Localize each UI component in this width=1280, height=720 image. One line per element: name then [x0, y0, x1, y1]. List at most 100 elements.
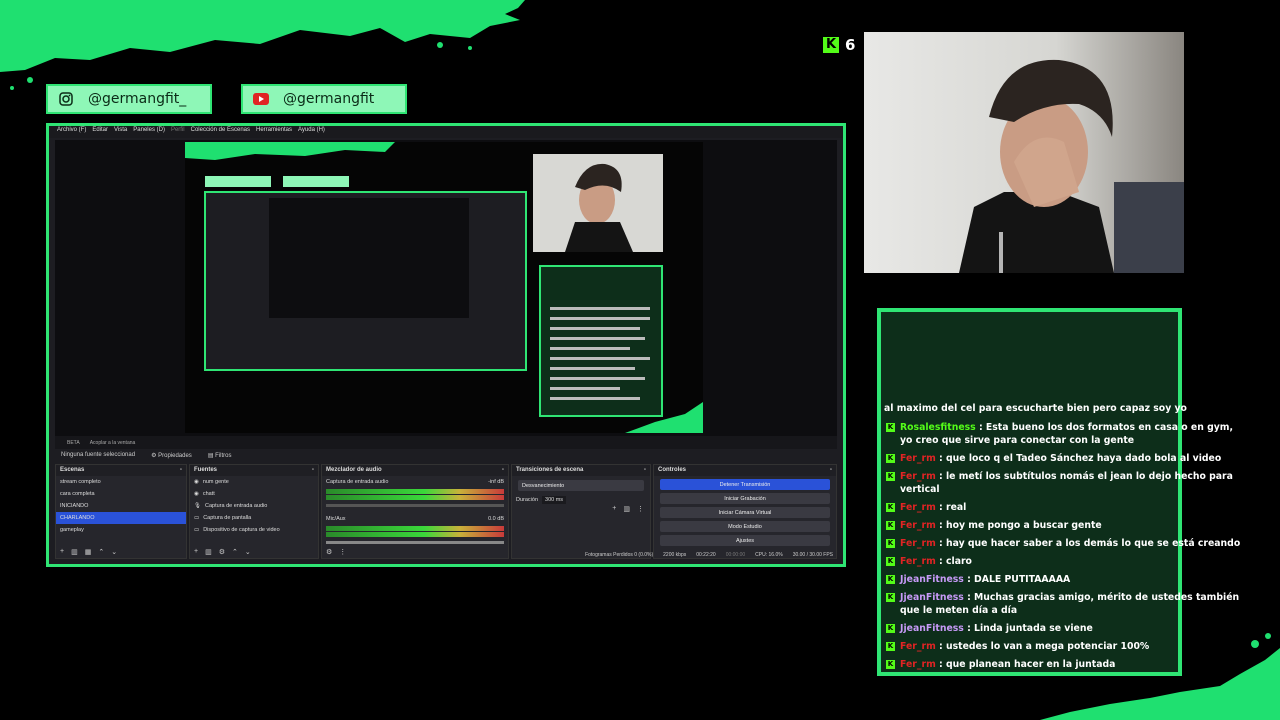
menu-perfil[interactable]: Perfil — [171, 127, 185, 137]
chat-username[interactable]: Fer_rm — [900, 556, 936, 567]
studio-mode-button[interactable]: Modo Estudio — [660, 521, 830, 532]
chat-message: K Fer_rm : claro — [884, 555, 1244, 568]
transition-selected: Desvanecimiento — [522, 482, 565, 489]
chat-message-text: real — [946, 502, 967, 513]
mixer-title: Mezclador de audio — [326, 467, 382, 473]
menu-editar[interactable]: Editar — [92, 127, 108, 137]
source-label: Dispositivo de captura de video — [203, 527, 280, 533]
source-item[interactable]: ◉ chatt — [190, 488, 318, 500]
menu-vista[interactable]: Vista — [114, 127, 127, 137]
username-separator: : — [975, 422, 986, 433]
viewer-count-value: 6 — [845, 36, 856, 54]
scene-item[interactable]: stream completo — [56, 476, 186, 488]
dock-float-icon[interactable]: ▫ — [830, 467, 832, 474]
menu-archivo[interactable]: Archivo (F) — [57, 127, 86, 137]
chat-username[interactable]: Fer_rm — [900, 659, 936, 670]
source-label: Captura de pantalla — [203, 515, 252, 521]
chat-message-content: JjeanFitness : Muchas gracias amigo, mér… — [900, 591, 1244, 617]
chat-message-text: que planean hacer en la juntada — [946, 659, 1116, 670]
chat-message-content: Fer_rm : real — [900, 501, 1244, 514]
youtube-handle: @germangfit — [283, 91, 375, 107]
volume-slider[interactable] — [326, 541, 504, 544]
menu-paneles[interactable]: Paneles (D) — [133, 127, 165, 137]
chat-username[interactable]: JjeanFitness — [900, 592, 964, 603]
scene-item[interactable]: INICIANDO — [56, 500, 186, 512]
chat-message-text: hoy me pongo a buscar gente — [946, 520, 1102, 531]
chat-message: K Fer_rm : real — [884, 501, 1244, 514]
duration-value[interactable]: 300 ms — [542, 496, 567, 504]
chat-messages: al maximo del cel para escucharte bien p… — [884, 402, 1244, 676]
dock-float-icon[interactable]: ▫ — [180, 467, 182, 474]
chat-username[interactable]: Fer_rm — [900, 471, 936, 482]
scenes-title: Escenas — [60, 467, 85, 473]
chat-message: K JjeanFitness : DALE PUTITAAAAA — [884, 573, 1244, 586]
chat-message-content: Fer_rm : le metí los subtítulos nomás el… — [900, 470, 1244, 496]
settings-button[interactable]: Ajustes — [660, 535, 830, 546]
cpu-usage: CPU: 16.0% — [755, 552, 783, 558]
chat-username[interactable]: Fer_rm — [900, 641, 936, 652]
paint-splash-top-left — [0, 0, 525, 90]
more-icon[interactable]: ⋮ — [637, 505, 644, 513]
chat-message: K Fer_rm : hoy me pongo a buscar gente — [884, 519, 1244, 532]
chat-username[interactable]: Fer_rm — [900, 453, 936, 464]
kick-badge-icon: K — [886, 557, 895, 566]
obs-preview[interactable] — [55, 140, 837, 436]
stop-streaming-button[interactable]: Detener Transmisión — [660, 479, 830, 490]
transitions-toolbar: + ▥ ⋮ — [612, 505, 644, 513]
chat-message: K Fer_rm : que planean hacer en la juntad… — [884, 658, 1244, 671]
dock-to-window[interactable]: Acoplar a la ventana — [90, 440, 136, 446]
chat-message-content: Fer_rm : que loco q el Tadeo Sánchez hay… — [900, 452, 1244, 465]
chat-message-content: JjeanFitness : Linda juntada se viene — [900, 622, 1244, 635]
live-time: 00:22:20 — [696, 552, 716, 558]
channel-db: -inf dB — [488, 479, 504, 485]
sources-title: Fuentes — [194, 467, 218, 473]
audio-meter — [326, 489, 504, 494]
chat-message: K Fer_rm : le metí los subtítulos nomás e… — [884, 470, 1244, 496]
chat-username[interactable]: Rosalesfitness — [900, 422, 976, 433]
username-separator: : — [935, 538, 946, 549]
properties-button[interactable]: ⚙ Propiedades — [151, 452, 192, 459]
chat-message: K JjeanFitness : Linda juntada se viene — [884, 622, 1244, 635]
scene-item[interactable]: gameplay — [56, 524, 186, 536]
kick-badge-icon: K — [886, 503, 895, 512]
start-virtual-camera-button[interactable]: Iniciar Cámara Virtual — [660, 507, 830, 518]
dock-float-icon[interactable]: ▫ — [312, 467, 314, 474]
username-separator: : — [935, 453, 946, 464]
source-item[interactable]: 🎙 Captura de entrada audio — [190, 500, 318, 512]
scene-item-selected[interactable]: CHARLANDO — [56, 512, 186, 524]
chat-message: K Rosalesfitness : Esta bueno los dos for… — [884, 421, 1244, 447]
chat-message: K Fer_rm : que loco q el Tadeo Sánchez ha… — [884, 452, 1244, 465]
youtube-handle-badge: @germangfit — [241, 84, 407, 114]
chat-username[interactable]: Fer_rm — [900, 520, 936, 531]
source-item[interactable]: ▭ Captura de pantalla — [190, 512, 318, 524]
chat-username[interactable]: JjeanFitness — [900, 574, 964, 585]
username-separator: : — [935, 641, 946, 652]
chat-username[interactable]: JjeanFitness — [900, 623, 964, 634]
menu-herramientas[interactable]: Herramientas — [256, 127, 292, 137]
kick-badge-icon: K — [886, 593, 895, 602]
menu-ayuda[interactable]: Ayuda (H) — [298, 127, 325, 137]
source-label: Captura de entrada audio — [204, 503, 268, 509]
preview-canvas — [185, 142, 703, 433]
chat-username[interactable]: Fer_rm — [900, 538, 936, 549]
menu-coleccion[interactable]: Colección de Escenas — [191, 127, 250, 137]
chat-message-content: JjeanFitness : DALE PUTITAAAAA — [900, 573, 1244, 586]
source-item[interactable]: ◉ num gente — [190, 476, 318, 488]
chat-username[interactable]: Fer_rm — [900, 502, 936, 513]
transition-select[interactable]: Desvanecimiento — [518, 480, 644, 491]
scene-item[interactable]: cara completa — [56, 488, 186, 500]
dock-float-icon[interactable]: ▫ — [644, 467, 646, 474]
dock-float-icon[interactable]: ▫ — [502, 467, 504, 474]
filters-button[interactable]: ▤ Filtros — [208, 452, 232, 459]
scene-transitions-dock: Transiciones de escena ▫ Desvanecimiento … — [511, 464, 651, 559]
start-recording-button[interactable]: Iniciar Grabación — [660, 493, 830, 504]
channel-name: Captura de entrada audio — [326, 479, 389, 485]
username-separator: : — [935, 659, 946, 670]
kick-badge-icon: K — [886, 642, 895, 651]
trash-icon[interactable]: ▥ — [623, 505, 630, 513]
volume-slider[interactable] — [326, 504, 504, 507]
add-icon[interactable]: + — [612, 505, 616, 513]
filters-label: Filtros — [215, 452, 232, 459]
source-item[interactable]: ▭ Dispositivo de captura de video — [190, 524, 318, 536]
controls-title: Controles — [658, 467, 687, 473]
